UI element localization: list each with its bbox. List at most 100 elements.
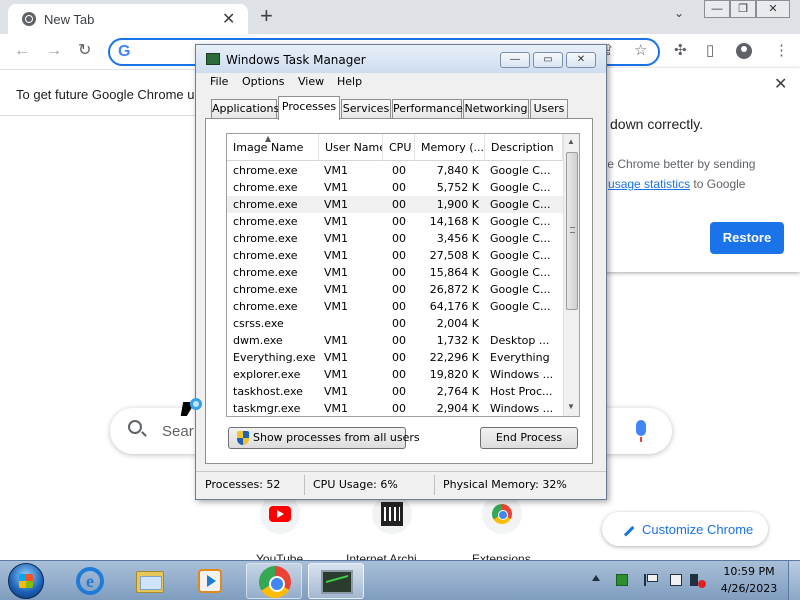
- network-icon[interactable]: [670, 574, 682, 586]
- table-row[interactable]: chrome.exe VM1 00 7,840 K Google C...: [227, 162, 563, 179]
- tm-close-button[interactable]: ✕: [566, 52, 596, 68]
- end-process-button[interactable]: End Process: [480, 427, 578, 449]
- table-row[interactable]: chrome.exe VM1 00 64,176 K Google C...: [227, 298, 563, 315]
- forward-arrow-icon[interactable]: →: [46, 42, 62, 60]
- tab-users[interactable]: Users: [530, 99, 568, 119]
- start-button[interactable]: [8, 563, 44, 599]
- usage-statistics-link[interactable]: usage statistics: [608, 177, 690, 191]
- cell-description: Windows ...: [490, 402, 554, 415]
- bookmark-star-icon[interactable]: ☆: [634, 42, 647, 60]
- close-window-button[interactable]: ✕: [756, 0, 790, 18]
- task-manager-taskbar-icon: [321, 570, 353, 594]
- cell-image-name: dwm.exe: [233, 334, 283, 347]
- shortcut-internet-archive[interactable]: [372, 494, 412, 534]
- tab-performance[interactable]: Performance: [392, 99, 463, 119]
- cell-memory: 7,840 K: [436, 164, 479, 177]
- cell-user-name: VM1: [324, 249, 349, 262]
- task-manager-menubar: File Options View Help: [202, 73, 600, 91]
- cell-cpu: 00: [392, 283, 406, 296]
- taskbar-internet-explorer[interactable]: e: [62, 563, 118, 599]
- col-cpu[interactable]: CPU: [383, 134, 415, 161]
- busy-spinner-icon: [190, 398, 202, 410]
- cell-memory: 27,508 K: [429, 249, 479, 262]
- action-center-flag-icon[interactable]: [644, 574, 658, 586]
- back-arrow-icon[interactable]: ←: [14, 42, 30, 60]
- table-row[interactable]: explorer.exe VM1 00 19,820 K Windows ...: [227, 366, 563, 383]
- chrome-tabstrip: New Tab ✕ + ⌄ — ❐ ✕: [0, 0, 800, 34]
- maximize-button[interactable]: ❐: [730, 0, 756, 18]
- menu-view[interactable]: View: [298, 75, 324, 88]
- show-hidden-icons-icon[interactable]: [592, 575, 600, 581]
- show-all-processes-button[interactable]: Show processes from all users: [228, 427, 420, 449]
- col-user-name[interactable]: User Name: [319, 134, 383, 161]
- process-list-scrollbar[interactable]: ▲ ▼: [563, 134, 579, 416]
- tray-app-icon[interactable]: [616, 574, 628, 586]
- cell-cpu: 00: [392, 232, 406, 245]
- menu-options[interactable]: Options: [242, 75, 284, 88]
- status-physical-memory: Physical Memory: 32%: [443, 478, 567, 491]
- table-row[interactable]: csrss.exe 00 2,004 K: [227, 315, 563, 332]
- cell-image-name: Everything.exe: [233, 351, 316, 364]
- show-desktop-button[interactable]: [788, 561, 800, 600]
- table-row-selected[interactable]: chrome.exe VM1 00 1,900 K Google C...: [227, 196, 563, 213]
- table-row[interactable]: Everything.exe VM1 00 22,296 K Everythin…: [227, 349, 563, 366]
- menu-kebab-icon[interactable]: ⋮: [774, 42, 789, 60]
- bubble-close-icon[interactable]: ✕: [774, 74, 787, 94]
- table-row[interactable]: taskhost.exe VM1 00 2,764 K Host Proc...: [227, 383, 563, 400]
- clock-time[interactable]: 10:59 PM: [712, 565, 786, 578]
- menu-file[interactable]: File: [210, 75, 228, 88]
- customize-chrome-button[interactable]: Customize Chrome: [602, 512, 768, 546]
- cell-cpu: 00: [392, 266, 406, 279]
- volume-icon[interactable]: [690, 574, 698, 586]
- side-panel-icon[interactable]: ▯: [706, 42, 714, 60]
- cell-memory: 5,752 K: [436, 181, 479, 194]
- scroll-thumb[interactable]: [566, 152, 578, 310]
- tm-minimize-button[interactable]: —: [500, 52, 530, 68]
- file-explorer-icon: [136, 571, 164, 593]
- tm-maximize-button[interactable]: ▭: [533, 52, 563, 68]
- tab-new-tab[interactable]: New Tab ✕: [8, 4, 248, 34]
- table-row[interactable]: chrome.exe VM1 00 14,168 K Google C...: [227, 213, 563, 230]
- tab-close-icon[interactable]: ✕: [222, 9, 235, 29]
- tab-applications[interactable]: Applications: [211, 99, 279, 119]
- table-row[interactable]: chrome.exe VM1 00 26,872 K Google C...: [227, 281, 563, 298]
- tab-search-chevron-icon[interactable]: ⌄: [674, 6, 684, 20]
- new-tab-button[interactable]: +: [260, 4, 273, 28]
- microphone-icon[interactable]: [636, 420, 646, 442]
- restore-button[interactable]: Restore: [710, 222, 784, 254]
- task-manager-icon: [206, 53, 220, 65]
- process-list[interactable]: ▲ Image Name User Name CPU Memory (... D…: [226, 133, 580, 417]
- table-row[interactable]: dwm.exe VM1 00 1,732 K Desktop ...: [227, 332, 563, 349]
- customize-chrome-label: Customize Chrome: [642, 522, 754, 537]
- col-image-name[interactable]: ▲ Image Name: [227, 134, 319, 161]
- tab-services[interactable]: Services: [341, 99, 391, 119]
- col-memory[interactable]: Memory (...: [415, 134, 485, 161]
- table-row[interactable]: chrome.exe VM1 00 3,456 K Google C...: [227, 230, 563, 247]
- tab-processes[interactable]: Processes: [278, 96, 340, 120]
- tab-networking[interactable]: Networking: [463, 99, 529, 119]
- col-description[interactable]: Description: [485, 134, 563, 161]
- clock-date[interactable]: 4/26/2023: [712, 582, 786, 595]
- cell-image-name: taskmgr.exe: [233, 402, 301, 415]
- scroll-down-arrow-icon[interactable]: ▼: [567, 402, 575, 411]
- table-row[interactable]: chrome.exe VM1 00 27,508 K Google C...: [227, 247, 563, 264]
- profile-avatar-icon[interactable]: [736, 43, 752, 59]
- shortcut-youtube[interactable]: [260, 494, 300, 534]
- status-divider: [434, 475, 435, 495]
- scroll-up-arrow-icon[interactable]: ▲: [567, 137, 575, 146]
- task-manager-titlebar[interactable]: Windows Task Manager — ▭ ✕: [196, 45, 606, 73]
- table-row[interactable]: chrome.exe VM1 00 15,864 K Google C...: [227, 264, 563, 281]
- cell-description: Windows ...: [490, 368, 554, 381]
- shortcut-extensions[interactable]: [482, 494, 522, 534]
- extensions-puzzle-icon[interactable]: ✣: [674, 42, 687, 60]
- taskbar-chrome[interactable]: [246, 563, 302, 599]
- taskbar-media-player[interactable]: [182, 563, 238, 599]
- table-row[interactable]: taskmgr.exe VM1 00 2,904 K Windows ...: [227, 400, 563, 416]
- taskbar-file-explorer[interactable]: [122, 563, 178, 599]
- taskbar-task-manager[interactable]: [308, 563, 364, 599]
- menu-help[interactable]: Help: [337, 75, 362, 88]
- reload-icon[interactable]: ↻: [78, 42, 91, 60]
- minimize-button[interactable]: —: [704, 0, 730, 18]
- windows-taskbar: e 10:59 PM 4/26/2023: [0, 560, 800, 600]
- table-row[interactable]: chrome.exe VM1 00 5,752 K Google C...: [227, 179, 563, 196]
